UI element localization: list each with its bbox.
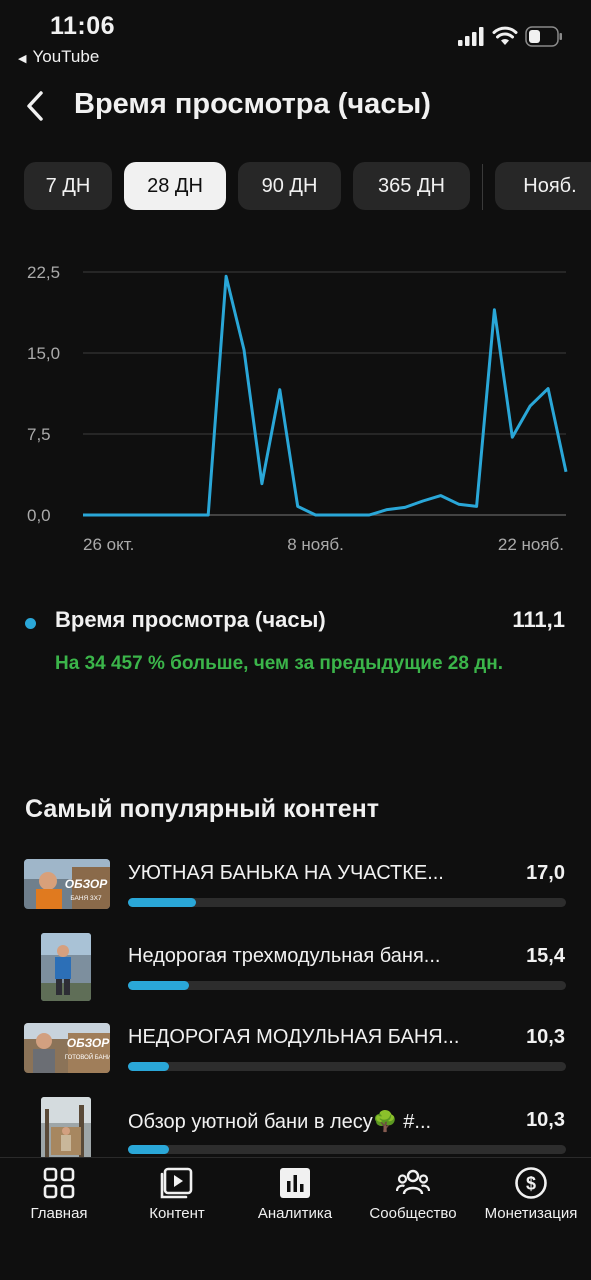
video-thumbnail xyxy=(41,933,91,1001)
y-tick-label: 15,0 xyxy=(27,344,60,363)
chip-label: 365 ДН xyxy=(378,174,445,197)
thumb-text: ОБЗОР xyxy=(65,877,108,891)
dollar-icon: $ xyxy=(515,1167,547,1199)
people-icon xyxy=(396,1169,430,1195)
chart-svg: 0,0 7,5 15,0 22,5 26 окт. 8 нояб. 22 нояб. xyxy=(27,263,568,554)
watch-time-chart: 0,0 7,5 15,0 22,5 26 окт. 8 нояб. 22 нояб. xyxy=(0,255,591,565)
svg-text:$: $ xyxy=(526,1174,536,1194)
status-time: 11:06 xyxy=(50,12,116,40)
period-chips: 7 ДН 28 ДН 90 ДН 365 ДН Нояб. xyxy=(0,162,591,212)
grid-icon xyxy=(43,1167,75,1199)
chip-november[interactable]: Нояб. xyxy=(495,162,591,210)
x-tick-label: 8 нояб. xyxy=(287,535,344,554)
video-thumbnail: ОБЗОР БАНЯ 3Х7 xyxy=(24,859,110,909)
progress-fill xyxy=(128,898,196,907)
nav-analytics[interactable]: Аналитика xyxy=(236,1158,354,1238)
back-arrow-icon[interactable] xyxy=(22,86,52,126)
progress-track xyxy=(128,1145,566,1154)
video-title: Недорогая трехмодульная баня... xyxy=(128,945,441,967)
chip-28-days[interactable]: 28 ДН xyxy=(124,162,226,210)
progress-track xyxy=(128,1062,566,1071)
battery-icon xyxy=(525,26,562,47)
y-tick-label: 7,5 xyxy=(27,425,51,444)
metric-value: 111,1 xyxy=(512,607,565,632)
nav-label: Главная xyxy=(30,1205,88,1222)
nav-community[interactable]: Сообщество xyxy=(354,1158,472,1238)
thumb-text: ОБЗОР xyxy=(67,1036,110,1050)
video-thumbnail: ОБЗОР ГОТОВОЙ БАНИ xyxy=(24,1023,110,1073)
metric-delta: На 34 457 % больше, чем за предыдущие 28… xyxy=(55,653,504,674)
content-item[interactable]: ОБЗОР ГОТОВОЙ БАНИ НЕДОРОГАЯ МОДУЛЬНАЯ Б… xyxy=(0,1019,591,1099)
progress-track xyxy=(128,898,566,907)
x-tick-label: 26 окт. xyxy=(83,535,134,554)
cellular-signal-icon xyxy=(458,27,484,46)
thumb-sub: ГОТОВОЙ БАНИ xyxy=(65,1053,110,1061)
nav-label: Сообщество xyxy=(369,1205,457,1222)
nav-content[interactable]: Контент xyxy=(118,1158,236,1238)
content-item[interactable]: Недорогая трехмодульная баня... 15,4 xyxy=(0,933,591,1015)
chip-label: 28 ДН xyxy=(147,174,203,197)
bottom-navigation: Главная Контент Аналитика Сообщество $ М… xyxy=(0,1157,591,1280)
video-value: 15,4 xyxy=(526,945,565,967)
video-title: УЮТНАЯ БАНЬКА НА УЧАСТКЕ... xyxy=(128,862,444,884)
video-value: 10,3 xyxy=(526,1026,565,1048)
chip-divider xyxy=(482,164,483,210)
video-title: Обзор уютной бани в лесу🌳 #... xyxy=(128,1111,432,1133)
thumb-sub: БАНЯ 3Х7 xyxy=(70,895,102,902)
chip-90-days[interactable]: 90 ДН xyxy=(238,162,341,210)
video-value: 17,0 xyxy=(526,862,565,884)
video-title: НЕДОРОГАЯ МОДУЛЬНАЯ БАНЯ... xyxy=(128,1026,460,1048)
wifi-icon xyxy=(492,26,518,45)
chip-365-days[interactable]: 365 ДН xyxy=(353,162,470,210)
y-tick-label: 0,0 xyxy=(27,506,51,525)
nav-label: Аналитика xyxy=(257,1205,333,1222)
nav-label: Монетизация xyxy=(484,1205,578,1222)
progress-fill xyxy=(128,1062,170,1071)
y-tick-label: 22,5 xyxy=(27,263,60,282)
page-title: Время просмотра (часы) xyxy=(74,88,431,120)
back-triangle-icon: ◀ xyxy=(18,53,27,65)
page-header: Время просмотра (часы) xyxy=(0,82,591,132)
back-to-app-link[interactable]: ◀ YouTube xyxy=(18,47,99,67)
metric-label: Время просмотра (часы) xyxy=(55,607,326,632)
nav-monetization[interactable]: $ Монетизация xyxy=(472,1158,590,1238)
bar-chart-icon xyxy=(280,1168,310,1198)
video-thumbnail xyxy=(41,1097,91,1165)
video-value: 10,3 xyxy=(526,1109,565,1131)
section-title: Самый популярный контент xyxy=(25,795,380,823)
status-bar: 11:06 ◀ YouTube xyxy=(0,0,591,70)
chip-label: Нояб. xyxy=(523,174,577,197)
x-tick-label: 22 нояб. xyxy=(498,535,564,554)
series-dot-icon xyxy=(25,618,36,629)
progress-track xyxy=(128,981,566,990)
chip-label: 7 ДН xyxy=(45,174,91,197)
progress-fill xyxy=(128,981,190,990)
progress-fill xyxy=(128,1145,170,1154)
nav-label: Контент xyxy=(149,1205,205,1222)
chip-7-days[interactable]: 7 ДН xyxy=(24,162,112,210)
series-line xyxy=(83,274,568,517)
content-item[interactable]: ОБЗОР БАНЯ 3Х7 УЮТНАЯ БАНЬКА НА УЧАСТКЕ.… xyxy=(0,855,591,935)
chip-label: 90 ДН xyxy=(261,174,318,197)
back-app-label: YouTube xyxy=(32,47,100,66)
play-library-icon xyxy=(160,1167,193,1199)
nav-home[interactable]: Главная xyxy=(0,1158,118,1238)
